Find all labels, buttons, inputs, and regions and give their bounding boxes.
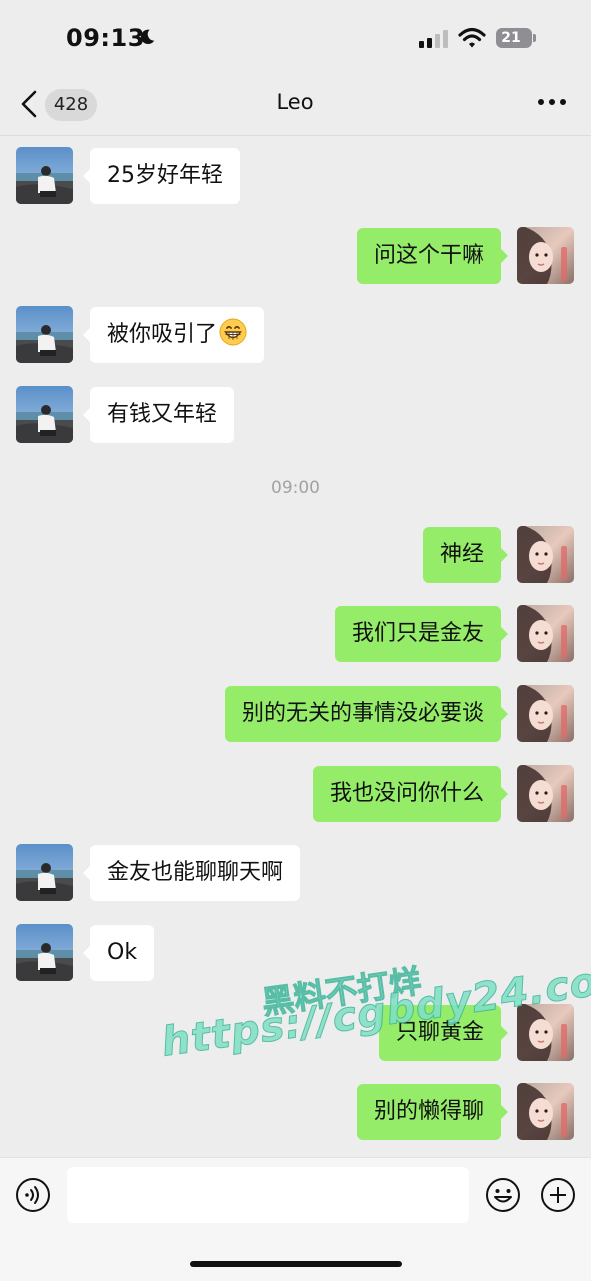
message-row: 我们只是金友 bbox=[0, 605, 591, 663]
chat-title: Leo bbox=[276, 90, 314, 114]
message-input[interactable] bbox=[67, 1167, 469, 1223]
cellular-signal-icon bbox=[419, 30, 448, 48]
moon-icon bbox=[140, 29, 155, 45]
contact-avatar[interactable] bbox=[16, 844, 73, 901]
message-row: 金友也能聊聊天啊 bbox=[0, 844, 591, 902]
message-bubble[interactable]: 我也没问你什么 bbox=[312, 766, 509, 822]
message-row: 别的懒得聊 bbox=[0, 1083, 591, 1141]
message-text: 被你吸引了 bbox=[107, 322, 218, 347]
emoji-icon[interactable] bbox=[485, 1177, 521, 1213]
message-bubble[interactable]: 神经 bbox=[422, 527, 509, 583]
chat-header: 428 Leo bbox=[0, 70, 591, 136]
battery-level: 21 bbox=[501, 30, 521, 46]
unread-count-badge[interactable]: 428 bbox=[45, 89, 97, 121]
user-avatar[interactable] bbox=[517, 765, 574, 822]
user-avatar[interactable] bbox=[517, 605, 574, 662]
contact-avatar[interactable] bbox=[16, 924, 73, 981]
message-timestamp: 09:00 bbox=[271, 478, 320, 498]
user-avatar[interactable] bbox=[517, 1083, 574, 1140]
message-row: Ok bbox=[0, 924, 591, 982]
message-row: 25岁好年轻 bbox=[0, 147, 591, 205]
message-bubble[interactable]: 别的懒得聊 bbox=[356, 1084, 509, 1140]
user-avatar[interactable] bbox=[517, 227, 574, 284]
message-bubble[interactable]: 我们只是金友 bbox=[334, 606, 509, 662]
message-bubble[interactable]: 有钱又年轻 bbox=[82, 387, 235, 443]
message-row: 我也没问你什么 bbox=[0, 765, 591, 823]
back-chevron-icon[interactable] bbox=[20, 90, 38, 118]
message-row: 神经 bbox=[0, 526, 591, 584]
message-bubble[interactable]: Ok bbox=[82, 925, 155, 981]
more-options-icon[interactable] bbox=[537, 97, 567, 107]
message-bubble[interactable]: 别的无关的事情没必要谈 bbox=[224, 686, 509, 742]
message-bubble[interactable]: 金友也能聊聊天啊 bbox=[82, 845, 301, 901]
contact-avatar[interactable] bbox=[16, 386, 73, 443]
message-row: 被你吸引了 bbox=[0, 306, 591, 364]
wifi-icon bbox=[458, 27, 486, 48]
message-row: 只聊黄金 bbox=[0, 1004, 591, 1062]
message-row: 有钱又年轻 bbox=[0, 386, 591, 444]
user-avatar[interactable] bbox=[517, 685, 574, 742]
message-bubble[interactable]: 25岁好年轻 bbox=[83, 148, 240, 204]
voice-icon[interactable] bbox=[15, 1177, 51, 1213]
message-row: 别的无关的事情没必要谈 bbox=[0, 685, 591, 743]
battery-icon: 21 bbox=[496, 28, 536, 48]
message-bubble[interactable]: 问这个干嘛 bbox=[356, 228, 509, 284]
status-time: 09:13 bbox=[66, 24, 145, 52]
message-bubble[interactable]: 只聊黄金 bbox=[378, 1005, 509, 1061]
plus-icon[interactable] bbox=[540, 1177, 576, 1213]
contact-avatar[interactable] bbox=[16, 306, 73, 363]
message-row: 问这个干嘛 bbox=[0, 227, 591, 285]
contact-avatar[interactable] bbox=[16, 147, 73, 204]
grinning-face-emoji-icon bbox=[219, 318, 247, 346]
user-avatar[interactable] bbox=[517, 1004, 574, 1061]
home-indicator[interactable] bbox=[190, 1261, 402, 1267]
message-bubble[interactable]: 被你吸引了 bbox=[82, 307, 265, 363]
user-avatar[interactable] bbox=[517, 526, 574, 583]
status-bar: 09:13 21 bbox=[0, 0, 591, 70]
